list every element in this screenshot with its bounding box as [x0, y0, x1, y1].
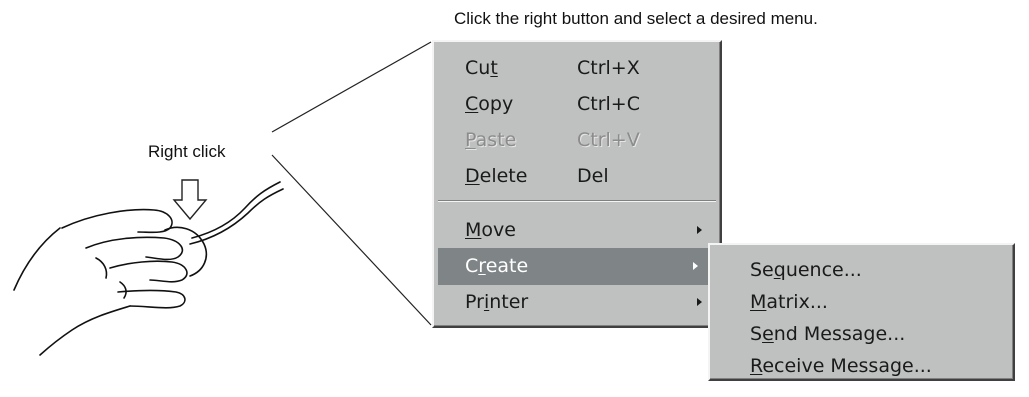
down-arrow-icon [172, 179, 208, 221]
right-click-label: Right click [148, 142, 226, 161]
shortcut-label: Ctrl+C [577, 93, 640, 115]
menu-item-label: Paste [465, 129, 517, 151]
instruction-caption: Click the right button and select a desi… [454, 9, 818, 28]
menu-item-label: Printer [465, 291, 529, 313]
submenu-item-receive-message[interactable]: Receive Message... [710, 348, 1013, 385]
menu-item-label: Copy [465, 93, 514, 115]
menu-item-label: Matrix... [750, 291, 828, 313]
menu-item-label: Cut [465, 57, 498, 79]
callout-line-upper [271, 41, 432, 133]
menu-item-create[interactable]: Create [438, 248, 716, 285]
shortcut-label: Ctrl+X [577, 57, 640, 79]
menu-item-move[interactable]: Move [434, 212, 720, 249]
menu-item-copy[interactable]: Copy Ctrl+C [434, 86, 720, 123]
menu-item-label: Move [465, 219, 516, 241]
menu-item-cut[interactable]: Cut Ctrl+X [434, 50, 720, 87]
submenu-arrow-icon [693, 262, 698, 270]
menu-item-label: Sequence... [750, 259, 862, 281]
menu-separator [438, 200, 716, 202]
menu-item-label: Receive Message... [750, 355, 932, 377]
callout-line-lower [271, 154, 432, 326]
menu-item-printer[interactable]: Printer [434, 284, 720, 321]
submenu-arrow-icon [697, 298, 702, 306]
shortcut-label: Del [577, 165, 609, 187]
menu-item-label: Delete [465, 165, 528, 187]
menu-item-label: Create [465, 255, 529, 277]
context-menu: Cut Ctrl+X Copy Ctrl+C Paste Ctrl+V Dele… [432, 40, 722, 328]
menu-item-label: Send Message... [750, 323, 906, 345]
hand-mouse-illustration [13, 181, 284, 356]
menu-item-paste: Paste Ctrl+V [434, 122, 720, 159]
create-submenu: Sequence... Matrix... Send Message... Re… [708, 243, 1015, 381]
menu-item-delete[interactable]: Delete Del [434, 158, 720, 195]
submenu-arrow-icon [697, 226, 702, 234]
shortcut-label: Ctrl+V [577, 129, 640, 151]
